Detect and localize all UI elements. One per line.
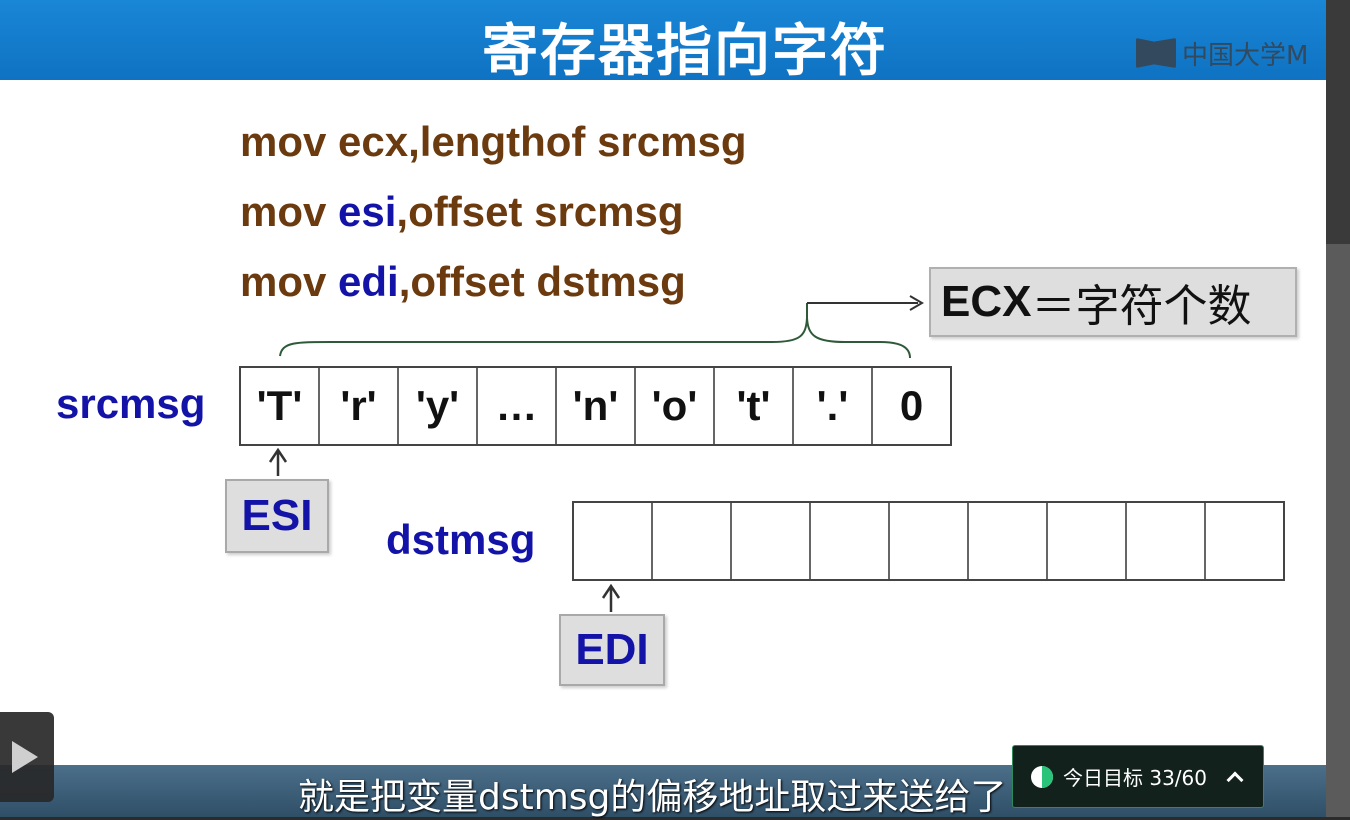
scrollbar-thumb[interactable] — [1326, 244, 1350, 817]
daily-goal-badge[interactable]: 今日目标 33/60 — [1012, 745, 1264, 808]
dstmsg-cell — [890, 503, 969, 579]
dstmsg-label: dstmsg — [386, 516, 536, 563]
srcmsg-cell: … — [478, 368, 557, 444]
edi-arrow — [601, 583, 621, 612]
play-button[interactable] — [0, 712, 54, 802]
ecx-register: ECX — [941, 277, 1032, 326]
dstmsg-cell — [653, 503, 732, 579]
dstmsg-cell — [1206, 503, 1283, 579]
edi-register-box: EDI — [559, 614, 665, 686]
dstmsg-cell — [1127, 503, 1206, 579]
srcmsg-cell: 'o' — [636, 368, 715, 444]
dstmsg-cell — [1048, 503, 1127, 579]
dstmsg-cell — [969, 503, 1048, 579]
ecx-note-box: ECX ＝字符个数 — [929, 267, 1297, 337]
dstmsg-cell — [811, 503, 890, 579]
video-subtitle: 就是把变量dstmsg的偏移地址取过来送给了 — [298, 777, 1007, 818]
ecx-note-text: ＝字符个数 — [1031, 281, 1252, 332]
srcmsg-label: srcmsg — [56, 380, 206, 427]
srcmsg-cell: 'r' — [320, 368, 399, 444]
esi-arrow — [268, 447, 288, 476]
brace-line — [279, 303, 911, 359]
chevron-up-icon[interactable] — [1226, 771, 1244, 788]
esi-register-box: ESI — [225, 479, 329, 553]
srcmsg-cell: 'n' — [557, 368, 636, 444]
srcmsg-cell: 't' — [715, 368, 794, 444]
dstmsg-cell — [574, 503, 653, 579]
goal-progress-icon — [1031, 765, 1053, 788]
srcmsg-array: 'T' 'r' 'y' … 'n' 'o' 't' '.' 0 — [239, 366, 952, 446]
srcmsg-cell: 'T' — [241, 368, 320, 444]
dstmsg-cell — [732, 503, 811, 579]
srcmsg-cell: '.' — [794, 368, 873, 444]
video-frame: 寄存器指向字符 中国大学M mov ecx,lengthof srcmsg mo… — [0, 0, 1326, 817]
srcmsg-cell: 0 — [899, 382, 924, 429]
goal-label: 今日目标 33/60 — [1063, 766, 1207, 790]
play-icon — [12, 741, 38, 773]
srcmsg-cell: 'y' — [399, 368, 478, 444]
dstmsg-array — [572, 501, 1285, 581]
